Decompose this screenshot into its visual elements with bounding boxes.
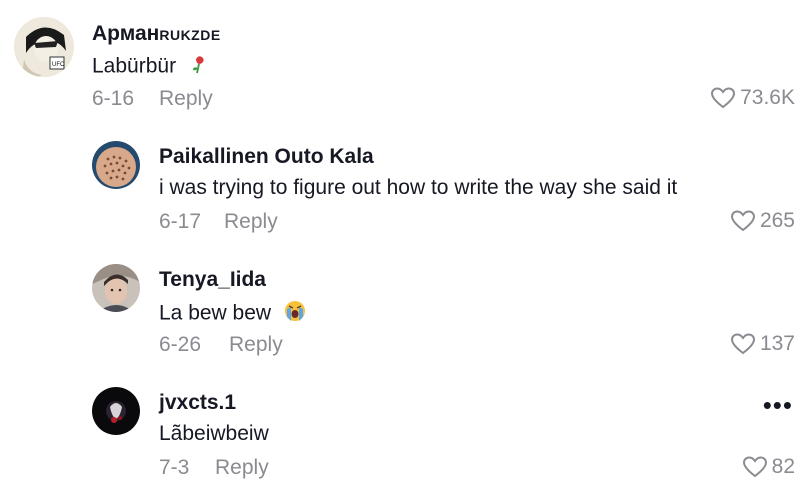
heart-icon <box>730 332 756 356</box>
comment-date: 7-3 <box>159 456 190 479</box>
comment-text: Labürbür <box>92 53 210 81</box>
comment-text: i was trying to figure out how to write … <box>159 176 678 199</box>
like-button[interactable]: 137 <box>730 332 795 356</box>
reply-button[interactable]: Reply <box>159 87 213 111</box>
comment-author[interactable]: jvxcts.1 <box>159 391 236 415</box>
reply-button[interactable]: Reply <box>215 456 269 480</box>
reply-button[interactable]: Reply <box>229 333 283 357</box>
like-count: 137 <box>759 332 795 355</box>
like-button[interactable]: 73.6K <box>710 86 795 110</box>
avatar[interactable] <box>92 141 140 189</box>
comment-text: Lãbeiwbeiw <box>159 422 269 445</box>
avatar[interactable] <box>92 387 140 435</box>
comment-text: La bew bew <box>159 299 307 329</box>
heart-icon <box>742 455 768 479</box>
like-count: 82 <box>771 455 795 478</box>
comment-author[interactable]: Tenya_Iida <box>159 268 266 292</box>
like-count: 265 <box>759 209 795 232</box>
crying-face-icon <box>283 299 307 329</box>
comment-date: 6-26 <box>159 333 202 356</box>
comment-date: 6-17 <box>159 210 202 233</box>
more-options-button[interactable]: ••• <box>763 390 793 421</box>
comment-date: 6-16 <box>92 87 135 110</box>
heart-icon <box>730 209 756 233</box>
avatar[interactable] <box>92 264 140 312</box>
comment-author[interactable]: АрманRUKZDE <box>92 22 221 46</box>
avatar[interactable]: UFC <box>14 17 74 77</box>
like-button[interactable]: 82 <box>742 455 795 479</box>
like-button[interactable]: 265 <box>730 209 795 233</box>
rose-icon <box>188 53 210 81</box>
heart-icon <box>710 86 736 110</box>
like-count: 73.6K <box>740 86 795 109</box>
reply-button[interactable]: Reply <box>224 210 278 234</box>
comment-author[interactable]: Paikallinen Outo Kala <box>159 145 374 169</box>
svg-text:UFC: UFC <box>52 62 65 68</box>
